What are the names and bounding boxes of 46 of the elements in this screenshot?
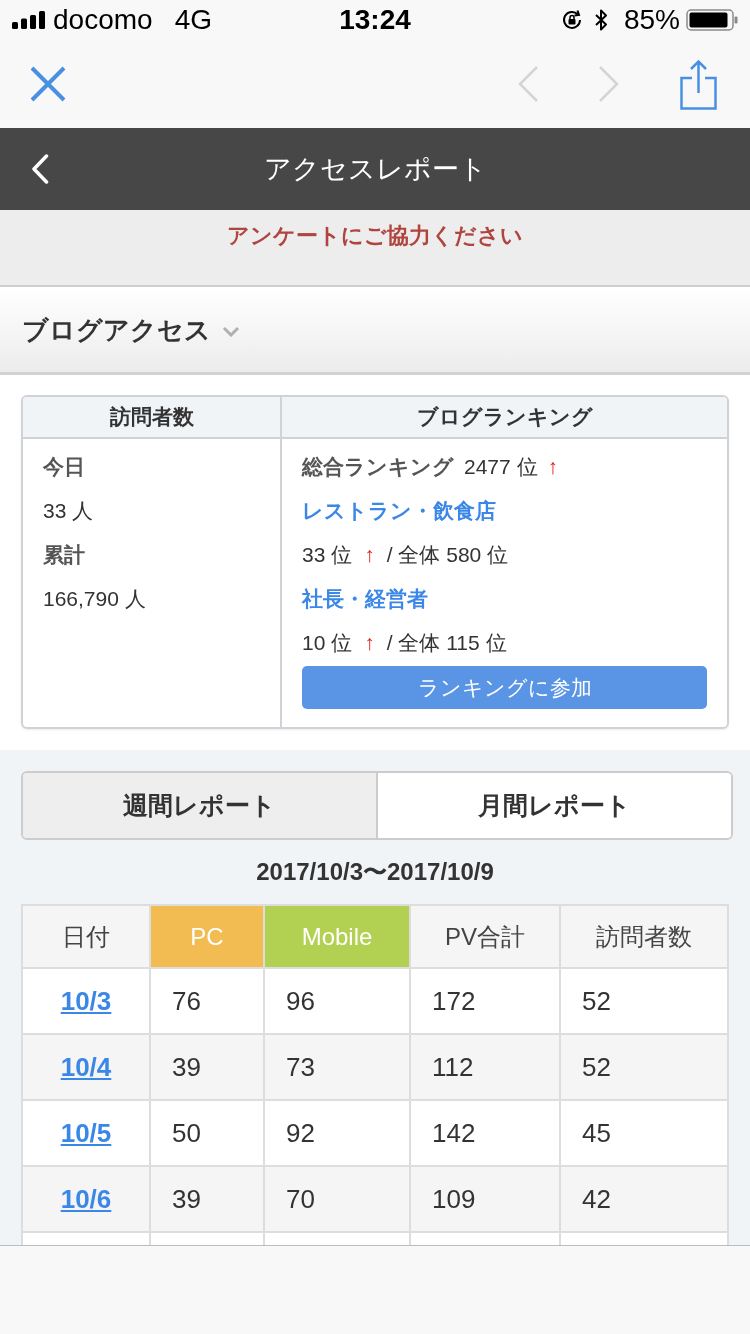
date-link[interactable]: 10/5: [60, 1117, 112, 1149]
report-tab[interactable]: 月間レポート: [378, 773, 731, 838]
ranking-value: 2477 位: [464, 454, 538, 481]
column-header: PC: [151, 906, 265, 969]
column-header: Mobile: [265, 906, 411, 969]
trend-arrow: ↑: [364, 630, 375, 657]
category-link[interactable]: レストラン・飲食店: [302, 495, 496, 527]
ranking-value: 33 位: [302, 542, 353, 569]
page-title: アクセスレポート: [263, 153, 487, 186]
ranking-total: / 全体 115 位: [386, 630, 507, 657]
date-range: 2017/10/3〜2017/10/9: [256, 857, 494, 887]
section-dropdown[interactable]: ブログアクセス: [22, 312, 240, 347]
chevron-down-icon: [222, 325, 240, 337]
share-icon: [680, 58, 717, 110]
ranking-total: / 全体 580 位: [386, 542, 509, 569]
stat-value: 166,790 人: [43, 586, 146, 612]
close-button[interactable]: [30, 66, 66, 102]
stat-value: 33 人: [43, 498, 94, 524]
carrier-name: docomo: [53, 4, 153, 36]
date-link[interactable]: 10/4: [60, 1051, 112, 1083]
chevron-left-icon: [31, 154, 49, 184]
column-header: ブログランキング: [415, 404, 594, 431]
chevron-left-icon: [517, 66, 539, 102]
category-link[interactable]: 社長・経営者: [302, 583, 428, 615]
survey-link[interactable]: アンケートにご協力ください: [227, 222, 523, 250]
date-link[interactable]: 10/6: [60, 1183, 112, 1215]
date-link[interactable]: 10/3: [60, 985, 112, 1017]
trend-arrow: ↑: [547, 454, 559, 481]
bluetooth-icon: [594, 9, 608, 31]
network-type: 4G: [174, 4, 212, 36]
stat-label: 今日: [43, 454, 85, 480]
trend-arrow: ↑: [364, 542, 375, 569]
chevron-right-icon: [598, 66, 620, 102]
share-button[interactable]: [680, 58, 717, 110]
join-ranking-button[interactable]: ランキングに参加: [302, 666, 707, 709]
close-icon: [30, 66, 66, 102]
orientation-lock-icon: [560, 9, 583, 31]
column-header: 訪問者数: [23, 397, 282, 437]
signal-icon: [12, 11, 46, 29]
ranking-label: 総合ランキング: [302, 454, 454, 481]
ranking-value: 10 位: [302, 630, 353, 657]
battery-icon: [686, 9, 738, 31]
stat-label: 累計: [43, 542, 85, 568]
report-tab[interactable]: 週間レポート: [23, 773, 378, 838]
status-time: 13:24: [339, 4, 411, 36]
battery-percent: 85%: [623, 4, 680, 36]
